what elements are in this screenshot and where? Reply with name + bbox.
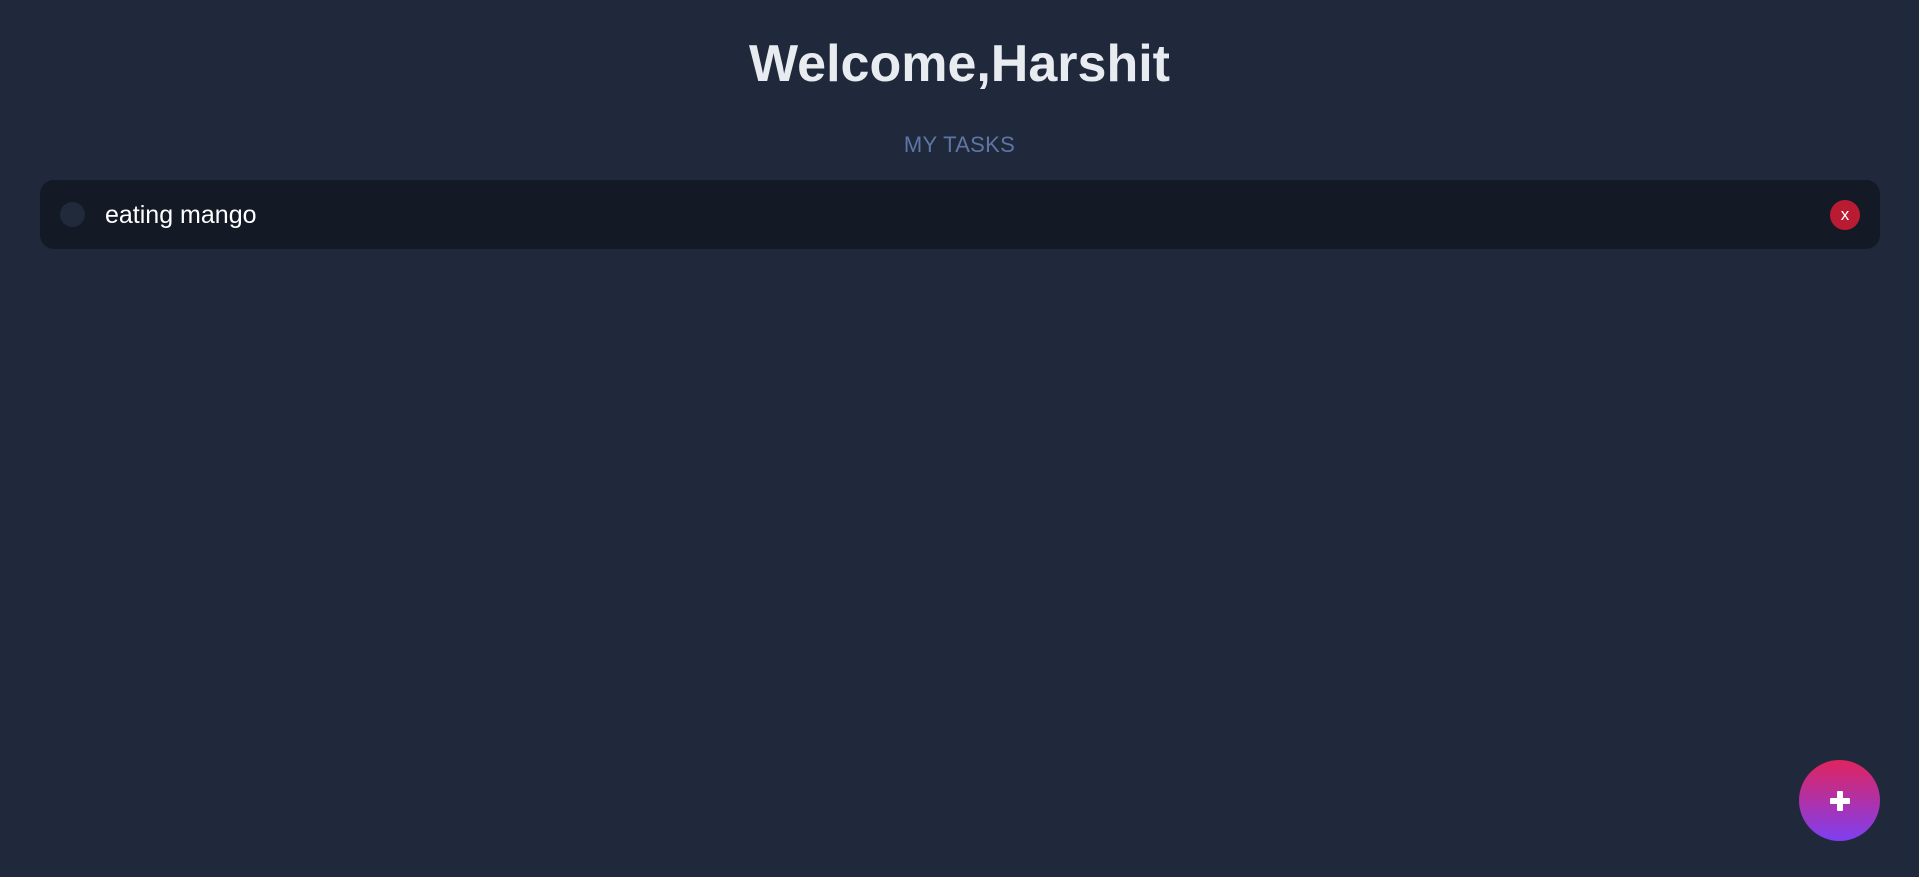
task-text: eating mango <box>105 201 257 229</box>
task-item: eating mango x <box>40 180 1880 249</box>
task-complete-checkbox[interactable] <box>60 202 85 227</box>
delete-task-button[interactable]: x <box>1830 200 1860 230</box>
section-heading: MY TASKS <box>903 132 1016 157</box>
page-title: Welcome,Harshit <box>749 35 1170 93</box>
task-list: eating mango x <box>40 180 1880 249</box>
plus-icon <box>1829 790 1850 811</box>
add-task-button[interactable] <box>1799 760 1880 841</box>
app-page: Welcome,Harshit MY TASKS eating mango x <box>0 0 1919 877</box>
